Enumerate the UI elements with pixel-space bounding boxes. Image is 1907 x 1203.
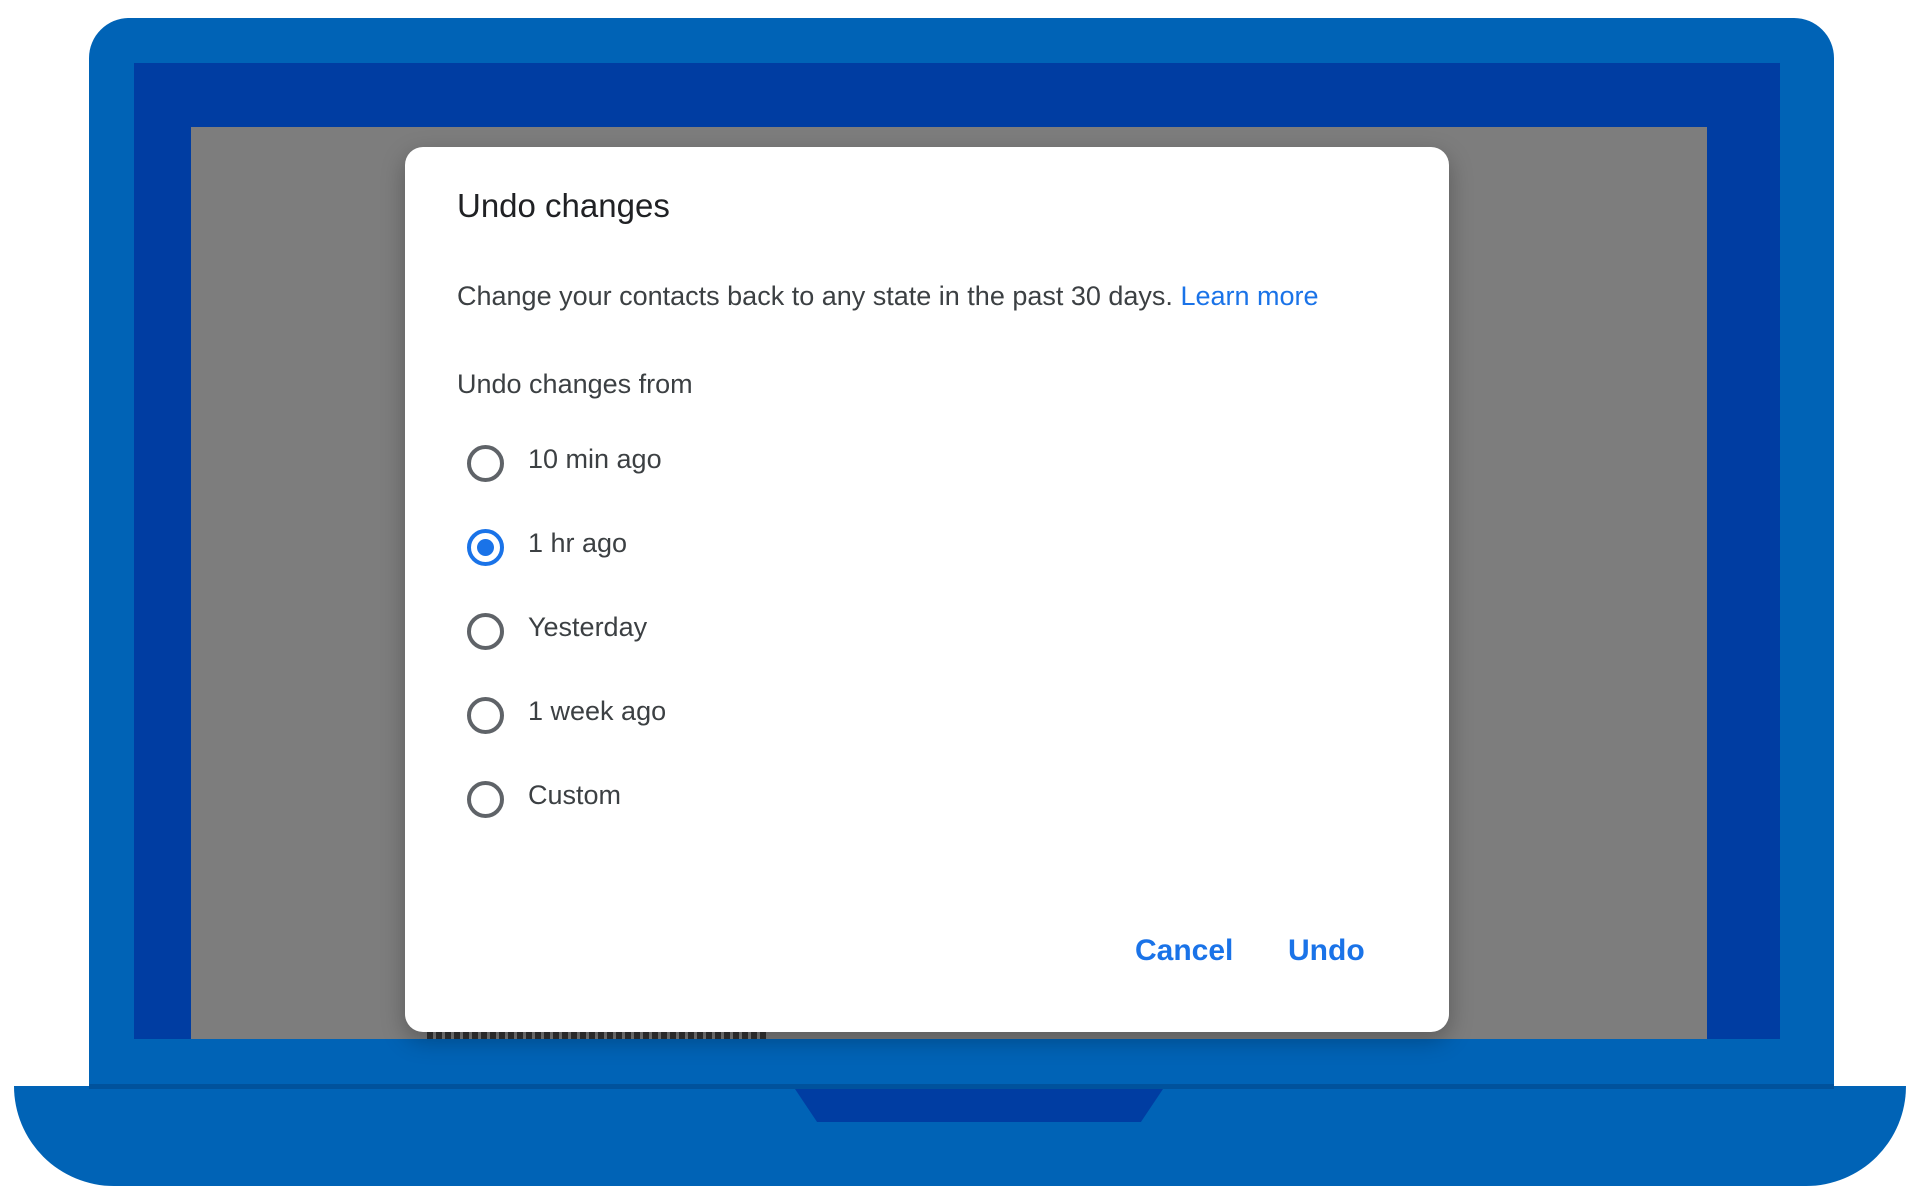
radio-option-10-min[interactable]: 10 min ago: [467, 439, 662, 487]
radio-label: 1 week ago: [528, 695, 667, 726]
radio-label: 1 hr ago: [528, 527, 628, 558]
dialog-description: Change your contacts back to any state i…: [457, 281, 1319, 312]
radio-button-checked-icon[interactable]: [467, 528, 504, 566]
radio-button-icon[interactable]: [467, 696, 504, 734]
undo-from-label: Undo changes from: [457, 369, 693, 399]
radio-button-icon[interactable]: [467, 444, 504, 482]
radio-label: Yesterday: [528, 611, 648, 642]
radio-label: Custom: [528, 779, 622, 810]
dialog-title: Undo changes: [457, 187, 670, 224]
undo-button[interactable]: Undo: [1288, 934, 1365, 968]
radio-option-custom[interactable]: Custom: [467, 775, 621, 823]
radio-option-yesterday[interactable]: Yesterday: [467, 607, 647, 655]
cancel-button[interactable]: Cancel: [1135, 934, 1233, 968]
radio-label: 10 min ago: [528, 443, 662, 474]
radio-option-1-hr[interactable]: 1 hr ago: [467, 523, 627, 571]
radio-option-1-week[interactable]: 1 week ago: [467, 691, 666, 739]
undo-changes-dialog: Undo changes Change your contacts back t…: [405, 147, 1449, 1032]
radio-button-icon[interactable]: [467, 780, 504, 818]
radio-button-icon[interactable]: [467, 612, 504, 650]
description-text: Change your contacts back to any state i…: [457, 281, 1173, 311]
laptop-notch: [795, 1089, 1163, 1122]
laptop-hinge: [89, 1084, 1834, 1089]
learn-more-link[interactable]: Learn more: [1180, 281, 1318, 311]
